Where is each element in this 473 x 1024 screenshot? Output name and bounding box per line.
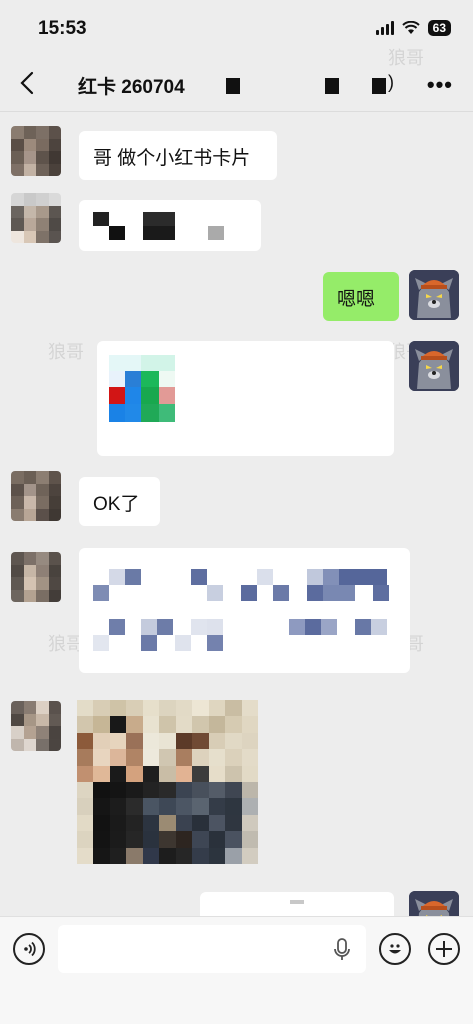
- avatar[interactable]: [11, 471, 61, 521]
- title-redaction: [372, 78, 386, 94]
- shared-card-redacted[interactable]: [97, 341, 394, 456]
- message-bubble[interactable]: 哥 做个小红书卡片: [79, 131, 277, 180]
- title-redaction: [325, 78, 339, 94]
- status-bar: 15:53 63: [0, 0, 473, 54]
- avatar[interactable]: [11, 701, 61, 751]
- title-redaction-paren: ): [388, 72, 394, 92]
- back-chevron-icon[interactable]: [16, 70, 40, 96]
- chat-title[interactable]: 红卡 260704: [78, 72, 185, 99]
- add-plus-icon[interactable]: [428, 933, 460, 965]
- battery-level: 63: [427, 20, 451, 36]
- avatar[interactable]: [11, 126, 61, 176]
- message-text: 嗯嗯: [337, 289, 376, 310]
- status-time: 15:53: [38, 18, 87, 39]
- message-text: 哥 做个小红书卡片: [93, 148, 251, 169]
- cell-signal-icon: [375, 21, 394, 35]
- avatar[interactable]: [11, 193, 61, 243]
- message-bubble-redacted[interactable]: [79, 548, 410, 673]
- watermark: 狼哥: [48, 342, 84, 362]
- message-text: OK了: [93, 494, 140, 515]
- message-bubble[interactable]: OK了: [79, 477, 160, 526]
- emoji-icon[interactable]: [379, 933, 411, 965]
- title-redaction: [226, 78, 240, 94]
- microphone-icon[interactable]: [334, 938, 350, 962]
- wolf-avatar-icon[interactable]: [409, 270, 459, 320]
- wifi-icon: [401, 21, 420, 34]
- message-input[interactable]: [58, 925, 366, 973]
- more-options-icon[interactable]: •••: [427, 72, 453, 98]
- message-bubble-sent[interactable]: 嗯嗯: [323, 272, 399, 321]
- voice-toggle-icon[interactable]: [13, 933, 45, 965]
- wolf-avatar-icon[interactable]: [409, 341, 459, 391]
- chat-header: 红卡 260704 ) •••: [0, 54, 473, 112]
- status-icons: 63: [375, 20, 451, 36]
- avatar[interactable]: [11, 552, 61, 602]
- chat-input-bar: [0, 916, 473, 1024]
- photo-message-redacted[interactable]: [77, 700, 258, 864]
- message-bubble-redacted[interactable]: [79, 200, 261, 251]
